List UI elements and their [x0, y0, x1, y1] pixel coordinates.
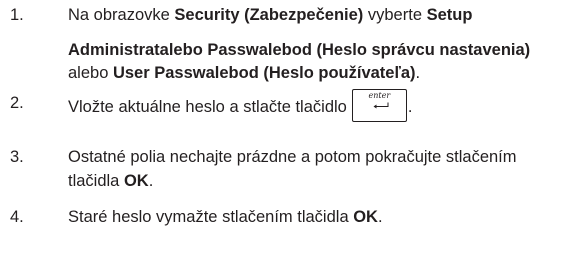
text-run: tlačidla — [68, 172, 124, 190]
text-run: Vložte aktuálne heslo a stlačte tlačidlo — [68, 97, 347, 116]
step-number: 2. — [10, 94, 24, 112]
text-run: . — [377, 208, 383, 226]
text-run: alebo — [68, 64, 113, 82]
step-number: 1. — [10, 6, 24, 24]
step-text: Na obrazovke Security (Zabezpečenie) vyb… — [68, 3, 580, 84]
key-name: OK — [123, 172, 149, 190]
step-line: Ostatné polia nechajte prázdne a potom p… — [68, 148, 517, 166]
return-arrow-icon — [373, 102, 389, 109]
step-line: alebo User Passwalebod (Heslo používateľ… — [68, 62, 580, 84]
option-name: Setup — [426, 6, 473, 24]
step-line: Na obrazovke Security (Zabezpečenie) vyb… — [68, 3, 580, 27]
text-run: . — [415, 64, 421, 82]
step-line: Staré heslo vymažte stlačením tlačidla O… — [68, 205, 580, 229]
enter-key-icon: enter — [351, 89, 407, 122]
step-number: 3. — [10, 148, 24, 166]
step-number: 4. — [10, 208, 24, 226]
step-text: Vložte aktuálne heslo a stlačte tlačidlo… — [68, 89, 580, 124]
key-name: OK — [353, 208, 378, 226]
step-text: Staré heslo vymažte stlačením tlačidla O… — [68, 205, 580, 229]
screen-name: Security (Zabezpečenie) — [174, 6, 364, 24]
text-run: vyberte — [363, 6, 427, 24]
step-line: Vložte aktuálne heslo a stlačte tlačidlo… — [68, 89, 580, 124]
text-run: . — [407, 97, 413, 116]
step-text: Ostatné polia nechajte prázdne a potom p… — [68, 145, 580, 193]
step-line: tlačidla OK. — [68, 169, 580, 193]
text-run: . — [148, 172, 154, 190]
option-name: Administratalebo Passwalebod (Heslo sprá… — [68, 41, 531, 59]
key-label: enter — [368, 91, 391, 100]
text-run: Na obrazovke — [68, 6, 175, 24]
step-line: Administratalebo Passwalebod (Heslo sprá… — [68, 38, 580, 62]
text-run: Staré heslo vymažte stlačením tlačidla — [68, 208, 354, 226]
option-name: User Passwalebod (Heslo používateľa) — [112, 64, 416, 82]
